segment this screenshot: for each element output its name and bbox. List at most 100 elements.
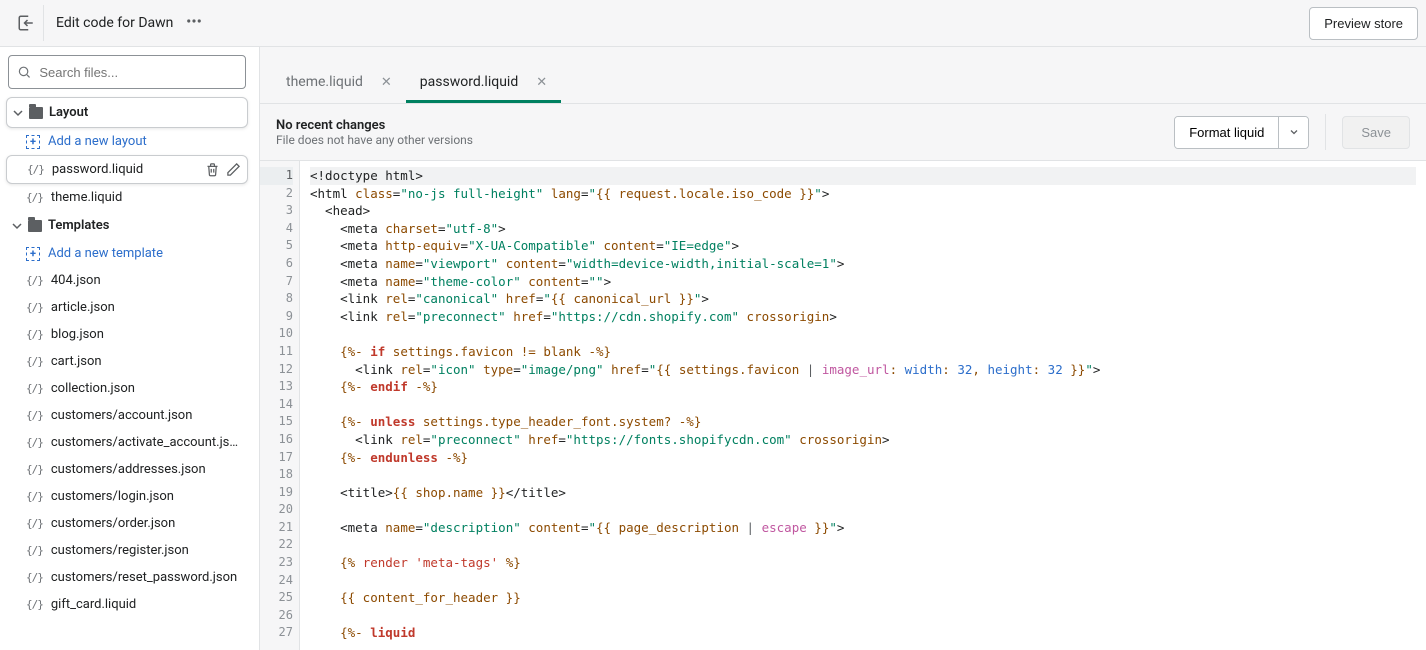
file-item[interactable]: {/}gift_card.liquid <box>6 591 248 618</box>
code-line[interactable]: <meta name="viewport" content="width=dev… <box>310 255 1416 273</box>
code-line[interactable]: {%- endif -%} <box>310 378 1416 396</box>
code-line[interactable]: <link rel="icon" type="image/png" href="… <box>310 361 1416 379</box>
code-line[interactable]: {% render 'meta-tags' %} <box>310 554 1416 572</box>
add-templates-link[interactable]: + Add a new template <box>6 240 248 267</box>
code-line[interactable]: {%- if settings.favicon != blank -%} <box>310 343 1416 361</box>
add-label: Add a new template <box>48 246 163 261</box>
file-item[interactable]: {/}cart.json <box>6 348 248 375</box>
file-item[interactable]: {/} customers/reset_password.json <box>6 564 248 591</box>
close-icon[interactable]: ✕ <box>381 75 392 90</box>
editor-tab[interactable]: theme.liquid ✕ <box>272 64 406 103</box>
code-line[interactable]: <link rel="canonical" href="{{ canonical… <box>310 290 1416 308</box>
code-line[interactable] <box>310 501 1416 519</box>
folder-templates[interactable]: Templates <box>6 211 248 240</box>
code-file-icon: {/} <box>26 436 43 449</box>
tab-label: theme.liquid <box>286 74 363 90</box>
code-file-icon: {/} <box>26 571 43 584</box>
code-line[interactable]: {%- unless settings.type_header_font.sys… <box>310 413 1416 431</box>
code-line[interactable]: <meta name="theme-color" content=""> <box>310 273 1416 291</box>
code-line[interactable]: <title>{{ shop.name }}</title> <box>310 484 1416 502</box>
code-line[interactable]: <link rel="preconnect" href="https://fon… <box>310 431 1416 449</box>
file-item[interactable]: {/}customers/order.json <box>6 510 248 537</box>
file-item[interactable]: {/}customers/addresses.json <box>6 456 248 483</box>
editor-pane: theme.liquid ✕ password.liquid ✕ No recent … <box>260 47 1426 650</box>
disclosure-triangle-icon <box>12 221 22 231</box>
page-title: Edit code for Dawn <box>56 15 173 31</box>
topbar: Edit code for Dawn Preview store <box>0 0 1426 47</box>
preview-store-button[interactable]: Preview store <box>1309 7 1418 40</box>
save-button[interactable]: Save <box>1342 116 1410 149</box>
format-button-group: Format liquid <box>1174 116 1309 149</box>
changes-sub: File does not have any other versions <box>276 133 1158 147</box>
search-icon <box>17 64 31 80</box>
add-label: Add a new layout <box>48 134 147 149</box>
divider <box>1325 114 1326 150</box>
code-line[interactable]: <meta http-equiv="X-UA-Compatible" conte… <box>310 237 1416 255</box>
code-line[interactable]: <!doctype html> <box>310 167 1416 185</box>
file-name: collection.json <box>51 381 242 396</box>
file-item[interactable]: {/}password.liquid <box>6 155 248 184</box>
code-area[interactable]: <!doctype html><html class="no-js full-h… <box>300 161 1426 650</box>
search-box[interactable] <box>8 55 246 89</box>
code-file-icon: {/} <box>26 409 43 422</box>
file-item[interactable]: {/} collection.json <box>6 375 248 402</box>
code-file-icon: {/} <box>26 191 43 204</box>
code-file-icon: {/} <box>26 382 43 395</box>
edit-icon[interactable] <box>226 162 241 177</box>
code-line[interactable] <box>310 396 1416 414</box>
code-line[interactable] <box>310 325 1416 343</box>
code-file-icon: {/} <box>26 517 43 530</box>
back-button[interactable] <box>8 5 44 41</box>
file-item[interactable]: {/} article.json <box>6 294 248 321</box>
add-layout-link[interactable]: +Add a new layout <box>6 128 248 155</box>
code-editor[interactable]: 1234567891011121314151617181920212223242… <box>260 161 1426 650</box>
file-item[interactable]: {/} blog.json <box>6 321 248 348</box>
file-name: blog.json <box>51 327 242 342</box>
editor-tabs: theme.liquid ✕ password.liquid ✕ <box>260 47 1426 103</box>
code-line[interactable] <box>310 572 1416 590</box>
format-dropdown-button[interactable] <box>1278 117 1308 148</box>
folder-icon <box>29 107 43 119</box>
file-name: article.json <box>51 300 242 315</box>
code-file-icon: {/} <box>26 598 43 611</box>
file-item[interactable]: {/}customers/account.json <box>6 402 248 429</box>
file-name: customers/addresses.json <box>51 462 242 477</box>
code-line[interactable]: {{ content_for_header }} <box>310 589 1416 607</box>
close-icon[interactable]: ✕ <box>536 75 547 90</box>
file-item[interactable]: {/} theme.liquid <box>6 184 248 211</box>
code-line[interactable]: <head> <box>310 202 1416 220</box>
file-name: customers/register.json <box>51 543 242 558</box>
code-line[interactable]: {%- liquid <box>310 624 1416 642</box>
changes-heading: No recent changes <box>276 118 1158 133</box>
file-name: 404.json <box>51 273 242 288</box>
file-item[interactable]: {/}404.json <box>6 267 248 294</box>
code-file-icon: {/} <box>26 328 43 341</box>
line-gutter: 1234567891011121314151617181920212223242… <box>260 161 300 650</box>
editor-tab[interactable]: password.liquid ✕ <box>406 64 561 103</box>
code-line[interactable] <box>310 607 1416 625</box>
code-line[interactable] <box>310 536 1416 554</box>
code-line[interactable]: <meta name="description" content="{{ pag… <box>310 519 1416 537</box>
file-name: customers/reset_password.json <box>51 570 242 585</box>
folder-layout[interactable]: Layout <box>6 97 248 128</box>
code-line[interactable] <box>310 466 1416 484</box>
code-line[interactable]: <html class="no-js full-height" lang="{{… <box>310 185 1416 203</box>
code-line[interactable]: {%- endunless -%} <box>310 449 1416 467</box>
file-name: theme.liquid <box>51 190 242 205</box>
code-line[interactable]: <meta charset="utf-8"> <box>310 220 1416 238</box>
tab-label: password.liquid <box>420 74 518 90</box>
delete-icon[interactable] <box>205 162 220 177</box>
code-file-icon: {/} <box>27 163 44 176</box>
code-file-icon: {/} <box>26 355 43 368</box>
file-item[interactable]: {/} customers/activate_account.json <box>6 429 248 456</box>
file-name: customers/activate_account.json <box>51 435 242 450</box>
search-input[interactable] <box>39 65 237 80</box>
format-liquid-button[interactable]: Format liquid <box>1175 117 1278 148</box>
file-name: customers/login.json <box>51 489 242 504</box>
more-icon[interactable] <box>185 12 203 34</box>
file-item[interactable]: {/}customers/register.json <box>6 537 248 564</box>
code-line[interactable]: <link rel="preconnect" href="https://cdn… <box>310 308 1416 326</box>
code-file-icon: {/} <box>26 301 43 314</box>
add-icon: + <box>26 247 40 261</box>
file-item[interactable]: {/}customers/login.json <box>6 483 248 510</box>
